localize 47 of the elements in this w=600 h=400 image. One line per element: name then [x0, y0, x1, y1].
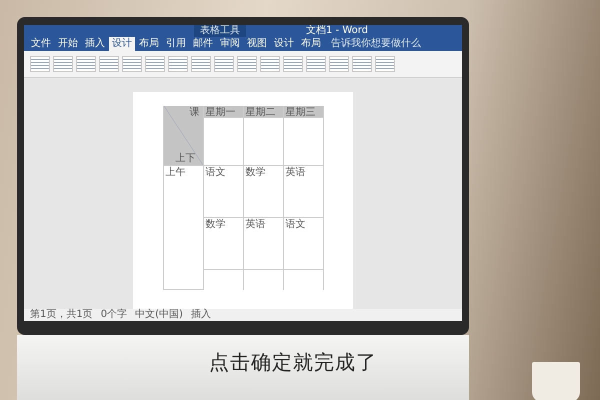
status-text: 第1页，共1页: [30, 309, 93, 321]
status-text: 中文(中国): [135, 309, 183, 321]
table-style-thumbnail[interactable]: [375, 56, 395, 72]
ribbon-tab[interactable]: 设计: [109, 37, 135, 51]
table-cell: 语文: [284, 218, 324, 270]
table-cell-text: 课: [190, 107, 200, 118]
table-cell: 数学: [244, 166, 284, 218]
table-style-thumbnail[interactable]: [145, 56, 165, 72]
table-cell: 英语: [284, 166, 324, 218]
status-text: 插入: [190, 309, 211, 321]
status-text: 0个字: [100, 309, 128, 321]
ribbon-tab[interactable]: 文件: [28, 37, 54, 51]
table-cell: 上午: [164, 166, 204, 290]
table-cell-text: 上下: [176, 153, 196, 164]
ribbon-tab[interactable]: 视图: [244, 37, 270, 51]
ribbon-tab[interactable]: 引用: [163, 37, 189, 51]
ribbon-tab[interactable]: 开始: [55, 37, 81, 51]
table-style-thumbnail[interactable]: [329, 56, 349, 72]
table-style-thumbnail[interactable]: [30, 56, 50, 72]
ribbon-tab[interactable]: 布局: [298, 37, 324, 51]
table-style-thumbnail[interactable]: [260, 56, 280, 72]
context-tab-label: 表格工具: [194, 25, 246, 37]
table-style-thumbnail[interactable]: [237, 56, 257, 72]
ribbon-tab[interactable]: 设计: [271, 37, 297, 51]
table-header-cell: 星期一: [204, 106, 244, 118]
table-cell: 语文: [204, 166, 244, 218]
tell-me-field[interactable]: 告诉我你想要做什么: [331, 37, 421, 51]
ribbon-tab[interactable]: 插入: [82, 37, 108, 51]
table-header-cell: 星期三: [284, 106, 324, 118]
table-cell: 英语: [244, 218, 284, 270]
table-style-thumbnail[interactable]: [122, 56, 142, 72]
ribbon-tab[interactable]: 布局: [136, 37, 162, 51]
table-style-thumbnail[interactable]: [53, 56, 73, 72]
table-header-cell: 星期二: [244, 106, 284, 118]
table-style-thumbnail[interactable]: [283, 56, 303, 72]
table-style-thumbnail[interactable]: [214, 56, 234, 72]
coffee-cup-drawing: [532, 362, 580, 400]
table-style-thumbnail[interactable]: [352, 56, 372, 72]
table-style-thumbnail[interactable]: [191, 56, 211, 72]
ribbon-tab[interactable]: 邮件: [190, 37, 216, 51]
table-cell: 数学: [204, 218, 244, 270]
table-style-thumbnail[interactable]: [306, 56, 326, 72]
table-style-thumbnail[interactable]: [168, 56, 188, 72]
table-style-thumbnail[interactable]: [99, 56, 119, 72]
subtitle-text: 点击确定就完成了: [209, 349, 377, 375]
ribbon-tab[interactable]: 审阅: [217, 37, 243, 51]
table-style-thumbnail[interactable]: [76, 56, 96, 72]
